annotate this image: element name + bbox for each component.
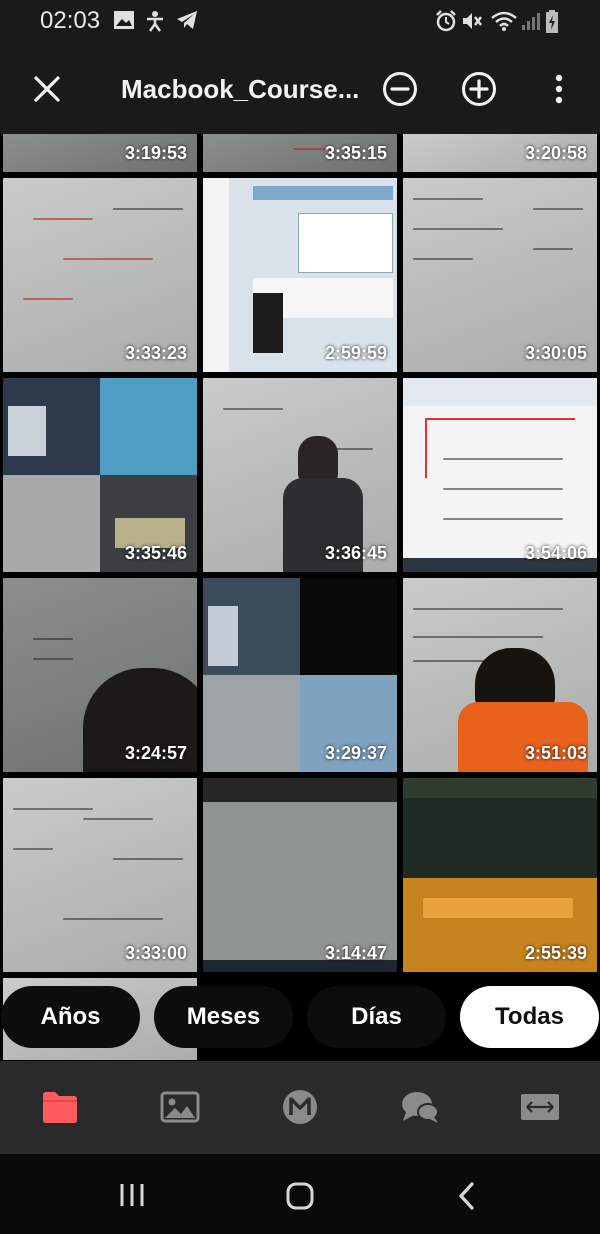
more-options-icon[interactable] [552, 73, 566, 105]
accessibility-icon [147, 11, 163, 32]
video-duration: 3:29:37 [324, 743, 387, 763]
video-duration: 3:33:00 [124, 943, 187, 963]
video-thumbnail[interactable]: 3:20:58 [403, 134, 597, 172]
video-thumbnail[interactable]: 3:29:37 [203, 578, 397, 772]
filter-years-button[interactable]: Años [1, 986, 140, 1048]
video-duration: 3:20:58 [524, 143, 587, 163]
telegram-icon [177, 11, 197, 29]
video-duration: 2:55:39 [524, 943, 587, 963]
video-thumbnail[interactable]: 2:55:39 [403, 778, 597, 972]
video-thumbnail[interactable]: 3:36:45 [203, 378, 397, 572]
recent-apps-icon[interactable] [118, 1182, 146, 1208]
video-thumbnail[interactable]: 2:59:59 [203, 178, 397, 372]
video-thumbnail[interactable]: 3:35:15 [203, 134, 397, 172]
video-thumbnail[interactable]: 3:30:05 [403, 178, 597, 372]
video-duration: 3:14:47 [324, 943, 387, 963]
video-thumbnail[interactable]: 3:35:46 [3, 378, 197, 572]
video-duration: 3:35:46 [124, 543, 187, 563]
m-icon[interactable] [280, 1089, 320, 1125]
gallery-icon [114, 11, 134, 29]
system-navigation-bar [0, 1154, 600, 1234]
filter-months-button[interactable]: Meses [154, 986, 293, 1048]
chat-icon[interactable] [400, 1089, 440, 1125]
zoom-in-icon[interactable] [461, 71, 497, 107]
video-duration: 3:19:53 [124, 143, 187, 163]
video-duration: 3:33:23 [124, 343, 187, 363]
battery-charging-icon [546, 10, 558, 33]
video-thumbnail[interactable]: 3:33:00 [3, 778, 197, 972]
video-duration: 3:24:57 [124, 743, 187, 763]
page-title: Macbook_Course... [121, 74, 360, 104]
date-filter-bar: Años Meses Días Todas [0, 986, 600, 1050]
mute-icon [463, 13, 482, 29]
back-icon[interactable] [456, 1181, 476, 1211]
video-thumbnail[interactable]: 3:51:03 [403, 578, 597, 772]
fit-width-icon[interactable] [520, 1089, 560, 1125]
close-icon[interactable] [33, 75, 61, 103]
folder-icon[interactable] [40, 1089, 80, 1125]
video-duration: 3:35:15 [324, 143, 387, 163]
video-duration: 3:54:06 [524, 543, 587, 563]
filter-all-button[interactable]: Todas [460, 986, 599, 1048]
video-duration: 3:30:05 [524, 343, 587, 363]
wifi-icon [491, 11, 517, 31]
video-thumbnail[interactable]: 3:24:57 [3, 578, 197, 772]
video-thumbnail[interactable]: 3:33:23 [3, 178, 197, 372]
zoom-out-icon[interactable] [382, 71, 418, 107]
app-bar: Macbook_Course... [0, 44, 600, 134]
signal-icon [522, 13, 540, 30]
video-duration: 3:51:03 [524, 743, 587, 763]
bottom-navigation [0, 1061, 600, 1154]
clock: 02:03 [40, 7, 101, 34]
video-thumbnail[interactable]: 3:14:47 [203, 778, 397, 972]
video-duration: 2:59:59 [324, 343, 387, 363]
alarm-icon [436, 10, 456, 32]
filter-days-button[interactable]: Días [307, 986, 446, 1048]
video-duration: 3:36:45 [324, 543, 387, 563]
video-thumbnail[interactable]: 3:19:53 [3, 134, 197, 172]
image-icon[interactable] [160, 1089, 200, 1125]
home-icon[interactable] [285, 1181, 315, 1211]
status-bar: 02:03 [0, 0, 600, 44]
video-thumbnail[interactable]: 3:54:06 [403, 378, 597, 572]
video-grid: 3:19:53 3:35:15 3:20:58 3:33:23 2:59:59 … [0, 134, 600, 1060]
